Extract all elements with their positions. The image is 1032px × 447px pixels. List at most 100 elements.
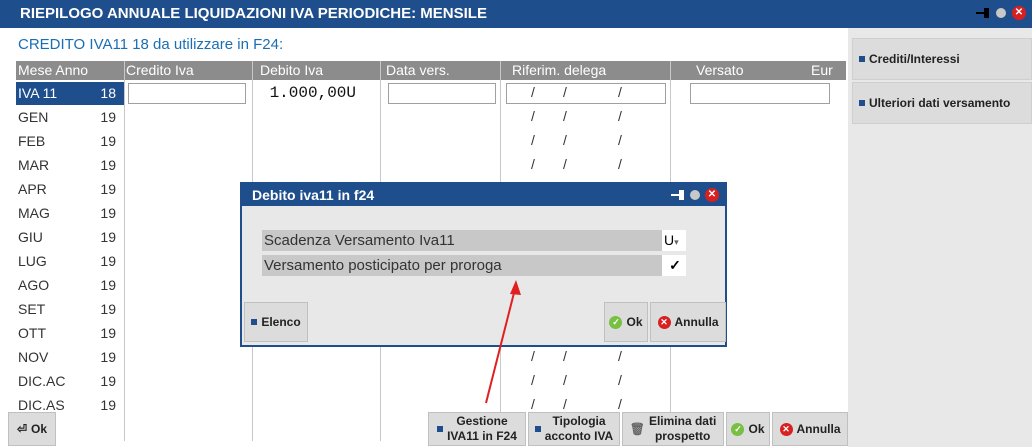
window-controls: ✕ <box>976 6 1026 20</box>
dialog-annulla-button[interactable]: ✕ Annulla <box>650 302 726 342</box>
dialog-titlebar: Debito iva11 in f24 ✕ <box>242 184 725 206</box>
table-header: Mese Anno Credito Iva Debito Iva Data ve… <box>16 61 846 80</box>
tipologia-acconto-button[interactable]: Tipologia acconto IVA <box>528 412 620 446</box>
ulteriori-dati-button[interactable]: Ulteriori dati versamento <box>852 82 1032 124</box>
table-row[interactable]: IVA 11 18 1.000,00U / / / <box>16 82 846 106</box>
dialog-controls: ✕ <box>671 188 719 202</box>
row-anno: 18 <box>100 85 116 101</box>
riferim-delega-input[interactable] <box>506 83 666 104</box>
dialog-ok-button[interactable]: ✓ Ok <box>604 302 648 342</box>
minimize-icon[interactable] <box>690 190 700 200</box>
row-anno: 19 <box>100 109 116 125</box>
date-separator: / <box>563 108 567 124</box>
table-row[interactable]: DIC.AC 19// / <box>16 370 846 394</box>
side-panel: Crediti/Interessi Ulteriori dati versame… <box>848 28 1032 447</box>
header-eur: Eur <box>811 62 833 78</box>
date-separator: / <box>618 132 622 148</box>
selected-cell: IVA 11 18 <box>16 82 124 105</box>
ok-button[interactable]: ✓ Ok <box>726 412 770 446</box>
cancel-icon: ✕ <box>779 422 793 436</box>
bottom-toolbar: ⏎ Ok Gestione IVA11 in F24 Tipologia accon… <box>0 412 848 447</box>
date-separator: / <box>563 84 567 100</box>
bullet-icon <box>859 56 865 62</box>
window-titlebar: RIEPILOGO ANNUALE LIQUIDAZIONI IVA PERIO… <box>0 0 1032 28</box>
row-anno: 19 <box>100 229 116 245</box>
minimize-icon[interactable] <box>996 8 1006 18</box>
row-anno: 19 <box>100 397 116 413</box>
elenco-label: Elenco <box>261 315 301 329</box>
ulteriori-dati-label: Ulteriori dati versamento <box>869 96 1011 110</box>
bullet-icon <box>437 426 444 432</box>
date-separator: / <box>563 396 567 412</box>
ok-label: Ok <box>748 422 765 436</box>
elimina-label-1: Elimina dati <box>648 414 717 428</box>
date-separator: / <box>618 84 622 100</box>
row-anno: 19 <box>100 181 116 197</box>
return-icon: ⏎ <box>16 422 28 436</box>
versato-input[interactable] <box>690 83 830 104</box>
chevron-down-icon: ▾ <box>674 237 679 247</box>
row-anno: 19 <box>100 325 116 341</box>
crediti-interessi-label: Crediti/Interessi <box>869 52 960 66</box>
date-separator: / <box>531 84 535 100</box>
annulla-label: Annulla <box>796 422 841 436</box>
row-anno: 19 <box>100 277 116 293</box>
date-separator: / <box>618 156 622 172</box>
gestione-iva11-button[interactable]: Gestione IVA11 in F24 <box>428 412 526 446</box>
date-separator: / <box>531 396 535 412</box>
date-separator: / <box>563 156 567 172</box>
debito-iva-input[interactable]: 1.000,00U <box>260 83 372 104</box>
table-row[interactable]: GEN 19// / <box>16 106 846 130</box>
tipologia-label-2: acconto IVA <box>544 429 614 443</box>
cancel-icon: ✕ <box>657 315 671 329</box>
bullet-icon <box>251 319 258 325</box>
row-anno: 19 <box>100 349 116 365</box>
row-anno: 19 <box>100 301 116 317</box>
debito-dialog: Debito iva11 in f24 ✕ Scadenza Versament… <box>240 182 727 347</box>
ok-left-label: Ok <box>31 422 48 436</box>
tipologia-label-1: Tipologia <box>552 414 606 428</box>
row-anno: 19 <box>100 373 116 389</box>
crediti-interessi-button[interactable]: Crediti/Interessi <box>852 38 1032 80</box>
pin-icon[interactable] <box>671 190 685 200</box>
elimina-dati-button[interactable]: 🗑 Elimina dati prospetto <box>622 412 724 446</box>
date-separator: / <box>563 348 567 364</box>
gestione-label-2: IVA11 in F24 <box>447 429 517 443</box>
scadenza-value: U <box>664 232 675 248</box>
ok-left-button[interactable]: ⏎ Ok <box>8 412 56 446</box>
date-separator: / <box>618 396 622 412</box>
dialog-title: Debito iva11 in f24 <box>252 187 375 203</box>
annulla-button[interactable]: ✕ Annulla <box>772 412 848 446</box>
bullet-icon <box>534 426 541 432</box>
table-row[interactable]: NOV 19// / <box>16 346 846 370</box>
table-row[interactable]: MAR 19// / <box>16 154 846 178</box>
dialog-annulla-label: Annulla <box>674 315 719 329</box>
date-separator: / <box>618 108 622 124</box>
credito-iva-input[interactable] <box>128 83 246 104</box>
close-icon[interactable]: ✕ <box>1012 6 1026 20</box>
check-icon: ✓ <box>731 422 745 436</box>
header-data-vers: Data vers. <box>386 62 450 78</box>
date-separator: / <box>531 348 535 364</box>
date-separator: / <box>618 372 622 388</box>
data-vers-input[interactable] <box>388 83 496 104</box>
scadenza-select[interactable]: U▾ <box>662 230 686 251</box>
posticipato-checkbox[interactable]: ✓ <box>662 255 686 276</box>
dialog-ok-label: Ok <box>626 315 643 329</box>
credito-label: CREDITO IVA11 18 da utilizzare in F24: <box>18 36 284 53</box>
posticipato-label: Versamento posticipato per proroga <box>264 257 502 274</box>
elenco-button[interactable]: Elenco <box>244 302 308 342</box>
window-title: RIEPILOGO ANNUALE LIQUIDAZIONI IVA PERIO… <box>20 5 487 22</box>
checkmark-icon: ✓ <box>669 257 681 273</box>
pin-icon[interactable] <box>976 8 990 18</box>
close-icon[interactable]: ✕ <box>705 188 719 202</box>
posticipato-row: Versamento posticipato per proroga ✓ <box>262 255 686 276</box>
header-riferim: Riferim. delega <box>512 62 607 78</box>
date-separator: / <box>531 372 535 388</box>
row-anno: 19 <box>100 157 116 173</box>
date-separator: / <box>531 132 535 148</box>
scadenza-label: Scadenza Versamento Iva11 <box>264 232 455 249</box>
date-separator: / <box>563 372 567 388</box>
gestione-label-1: Gestione <box>456 414 508 428</box>
table-row[interactable]: FEB 19// / <box>16 130 846 154</box>
